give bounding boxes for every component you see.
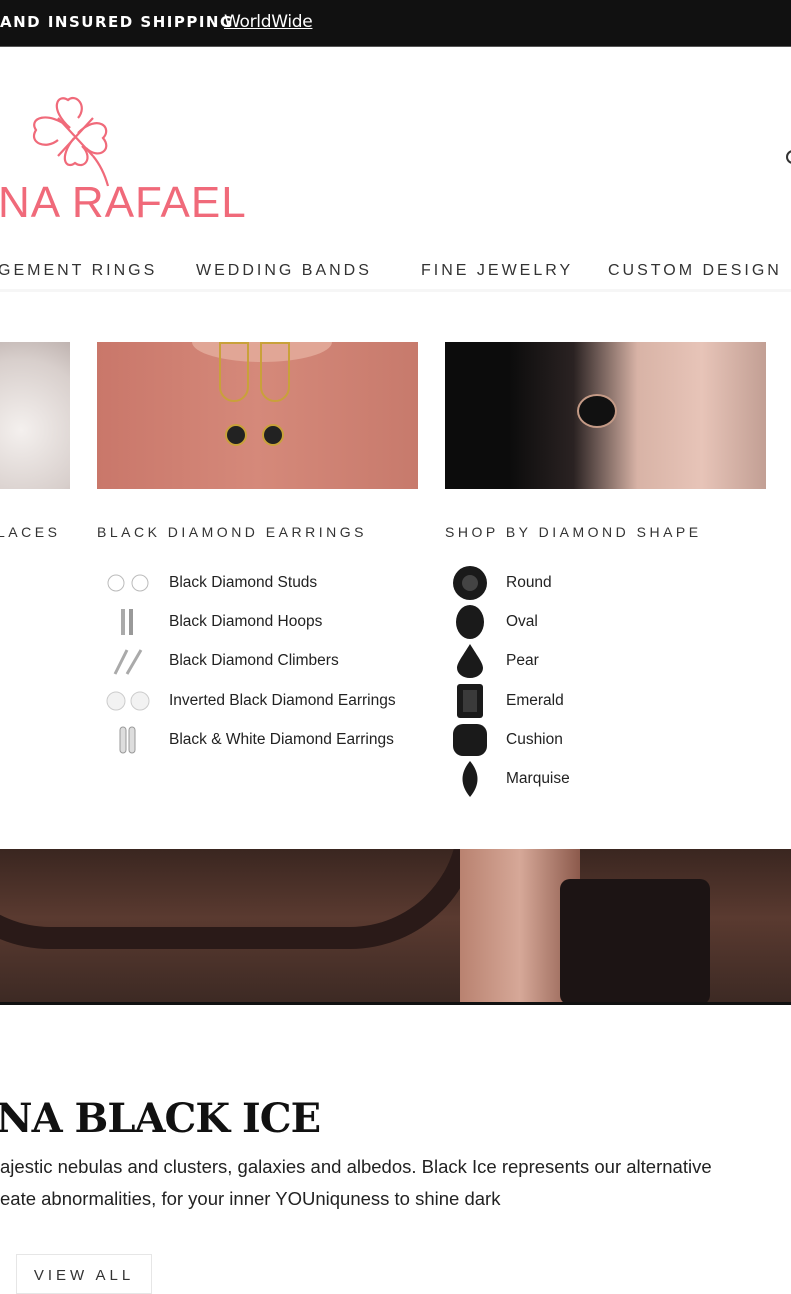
earrings-heading[interactable]: BLACK DIAMOND EARRINGS (97, 524, 367, 540)
menu-item-black-diamond-climbers[interactable]: Black Diamond Climbers (103, 646, 339, 676)
climbers-icon (103, 646, 153, 676)
item-label: Black Diamond Hoops (169, 613, 323, 630)
cushion-diamond-icon (452, 722, 488, 758)
hero-banner-image (0, 849, 791, 1005)
view-all-button[interactable]: VIEW ALL (16, 1254, 152, 1294)
item-label: Oval (506, 613, 538, 630)
item-label: Black Diamond Climbers (169, 652, 339, 669)
earrings-image[interactable] (97, 342, 418, 489)
menu-item-cushion[interactable]: Cushion (452, 722, 563, 758)
studs-icon (103, 571, 153, 595)
announcement-bar: AND INSURED SHIPPING WorldWide (0, 0, 791, 47)
menu-item-black-diamond-studs[interactable]: Black Diamond Studs (103, 568, 317, 598)
emerald-diamond-icon (452, 683, 488, 719)
search-icon[interactable] (786, 150, 791, 164)
logo-text: NA RAFAEL (0, 178, 247, 227)
nav-engagement-rings[interactable]: GEMENT RINGS (0, 262, 157, 280)
menu-item-black-white-diamond-earrings[interactable]: Black & White Diamond Earrings (103, 725, 394, 755)
item-label: Pear (506, 652, 539, 669)
logo[interactable]: NA RAFAEL (0, 85, 246, 230)
menu-item-round[interactable]: Round (452, 565, 552, 601)
announcement-text: AND INSURED SHIPPING (0, 13, 234, 31)
item-label: Black & White Diamond Earrings (169, 731, 394, 748)
inverted-earrings-icon (103, 689, 153, 713)
menu-item-pear[interactable]: Pear (452, 643, 539, 679)
pear-diamond-icon (452, 643, 488, 679)
diamond-shape-image[interactable] (445, 342, 766, 489)
menu-item-oval[interactable]: Oval (452, 604, 538, 640)
round-diamond-icon (452, 565, 488, 601)
menu-item-marquise[interactable]: Marquise (452, 761, 570, 797)
menu-item-black-diamond-hoops[interactable]: Black Diamond Hoops (103, 607, 322, 637)
collection-description-line-1: ajestic nebulas and clusters, galaxies a… (0, 1156, 712, 1177)
nav-fine-jewelry[interactable]: FINE JEWELRY (421, 262, 573, 280)
item-label: Round (506, 574, 552, 591)
menu-item-inverted-black-diamond-earrings[interactable]: Inverted Black Diamond Earrings (103, 686, 396, 716)
item-label: Cushion (506, 731, 563, 748)
hoops-icon (103, 607, 153, 637)
necklaces-image[interactable] (0, 342, 70, 489)
nav-wedding-bands[interactable]: WEDDING BANDS (196, 262, 372, 280)
collection-title: NA BLACK ICE (0, 1095, 321, 1142)
clover-logo-icon (33, 97, 110, 187)
collection-description-line-2: eate abnormalities, for your inner YOUni… (0, 1188, 501, 1209)
item-label: Marquise (506, 770, 570, 787)
marquise-diamond-icon (452, 761, 488, 797)
item-label: Emerald (506, 692, 564, 709)
item-label: Inverted Black Diamond Earrings (169, 692, 396, 709)
black-white-earrings-icon (103, 725, 153, 755)
item-label: Black Diamond Studs (169, 574, 318, 591)
divider (0, 289, 791, 292)
nav-custom-design[interactable]: CUSTOM DESIGN (608, 262, 782, 280)
menu-item-emerald[interactable]: Emerald (452, 683, 564, 719)
oval-diamond-icon (452, 604, 488, 640)
necklaces-heading[interactable]: LACES (0, 524, 60, 540)
worldwide-link[interactable]: WorldWide (224, 12, 313, 32)
diamond-shape-heading[interactable]: SHOP BY DIAMOND SHAPE (445, 524, 702, 540)
